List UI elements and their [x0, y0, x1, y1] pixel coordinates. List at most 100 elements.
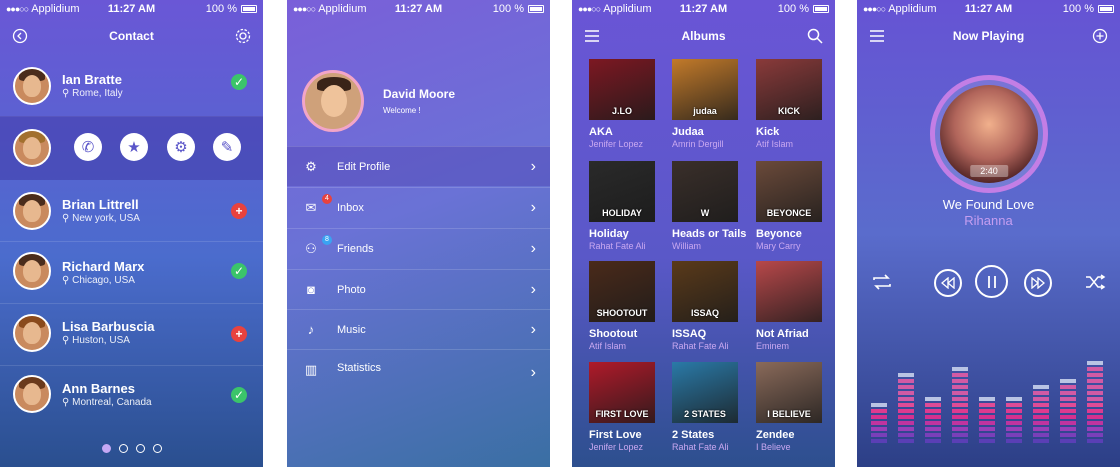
gear-icon[interactable]: ⚙: [167, 133, 195, 161]
album-cover[interactable]: [756, 261, 822, 322]
equalizer-segment: [952, 373, 968, 377]
equalizer-segment: [1033, 415, 1049, 419]
menu-item-inbox[interactable]: ✉ 4 Inbox ›: [287, 187, 550, 227]
equalizer-segment: [1060, 421, 1076, 425]
cover-text: KICK: [778, 106, 800, 116]
phone-icon[interactable]: ✆: [74, 133, 102, 161]
album-artist: Eminem: [756, 341, 790, 351]
online-badge[interactable]: ✓: [231, 74, 247, 90]
equalizer-segment: [925, 415, 941, 419]
album-cover[interactable]: J.LO: [589, 59, 655, 120]
album-card[interactable]: judaa Judaa Amrin Dergill: [672, 59, 738, 149]
clock: 11:27 AM: [964, 3, 1013, 15]
menu-label: Friends: [337, 242, 374, 255]
album-title: 2 States: [672, 429, 715, 441]
menu-label: Music: [337, 323, 366, 336]
equalizer-segment: [898, 385, 914, 389]
profile-name: David Moore: [383, 87, 456, 101]
equalizer-segment: [898, 427, 914, 431]
online-badge[interactable]: ✓: [231, 263, 247, 279]
shuffle-icon[interactable]: [1084, 273, 1106, 291]
avatar: [13, 192, 51, 230]
album-cover[interactable]: W: [672, 161, 738, 222]
album-card[interactable]: SHOOTOUT Shootout Atif Islam: [589, 261, 655, 351]
album-card[interactable]: W Heads or Tails William: [672, 161, 746, 251]
battery-icon: [813, 5, 829, 13]
equalizer-segment: [979, 403, 995, 407]
cover-text: HOLIDAY: [602, 208, 642, 218]
equalizer-segment: [952, 379, 968, 383]
equalizer-segment: [898, 439, 914, 443]
user-icon: ⚇: [305, 240, 317, 256]
page-dot[interactable]: [135, 444, 145, 453]
album-artist: Rahat Fate Ali: [672, 341, 729, 351]
star-icon[interactable]: ★: [120, 133, 148, 161]
equalizer-segment: [952, 409, 968, 413]
fast-forward-button[interactable]: [1024, 269, 1052, 297]
menu-item-photo[interactable]: ◙ Photo ›: [287, 269, 550, 309]
cover-text: I BELIEVE: [767, 409, 811, 419]
album-cover[interactable]: HOLIDAY: [589, 161, 655, 222]
page-title: Albums: [681, 29, 726, 43]
add-icon[interactable]: [1092, 28, 1108, 44]
rewind-button[interactable]: [934, 269, 962, 297]
contact-row[interactable]: Richard Marx ⚲ Chicago, USA ✓: [0, 242, 263, 304]
equalizer-segment: [871, 439, 887, 443]
album-cover[interactable]: SHOOTOUT: [589, 261, 655, 322]
contact-row[interactable]: Ian Bratte ⚲ Rome, Italy ✓: [0, 55, 263, 117]
add-contact-badge[interactable]: +: [231, 203, 247, 219]
album-cover[interactable]: ISSAQ: [672, 261, 738, 322]
equalizer-segment: [871, 421, 887, 425]
album-cover[interactable]: FIRST LOVE: [589, 362, 655, 423]
album-card[interactable]: I BELIEVE Zendee I Believe: [756, 362, 822, 452]
album-card[interactable]: BEYONCE Beyonce Mary Carry: [756, 161, 822, 251]
album-card[interactable]: 2 STATES 2 States Rahat Fate Ali: [672, 362, 738, 452]
equalizer-segment: [952, 421, 968, 425]
equalizer-segment: [1060, 433, 1076, 437]
equalizer-segment: [979, 433, 995, 437]
equalizer-segment: [979, 409, 995, 413]
cover-text: W: [700, 208, 710, 218]
album-card[interactable]: ISSAQ ISSAQ Rahat Fate Ali: [672, 261, 738, 351]
online-badge[interactable]: ✓: [231, 387, 247, 403]
menu-item-statistics[interactable]: ▥ Statistics ›: [287, 349, 550, 399]
pause-button[interactable]: [975, 265, 1008, 298]
menu-item-music[interactable]: ♪ Music ›: [287, 309, 550, 349]
avatar: [13, 252, 51, 290]
profile-avatar[interactable]: [302, 70, 364, 132]
add-contact-badge[interactable]: +: [231, 326, 247, 342]
gear-icon[interactable]: [235, 28, 251, 44]
page-dot[interactable]: [101, 444, 111, 453]
album-card[interactable]: HOLIDAY Holiday Rahat Fate Ali: [589, 161, 655, 251]
album-card[interactable]: FIRST LOVE First Love Jenifer Lopez: [589, 362, 655, 452]
equalizer-segment: [1060, 427, 1076, 431]
track-time: 2:40: [970, 165, 1008, 177]
album-card[interactable]: KICK Kick Atif Islam: [756, 59, 822, 149]
edit-icon[interactable]: ✎: [213, 133, 241, 161]
contact-row[interactable]: Lisa Barbuscia ⚲ Huston, USA +: [0, 304, 263, 366]
back-icon[interactable]: [12, 28, 28, 44]
equalizer-bar: [979, 395, 995, 443]
menu-icon[interactable]: [869, 28, 885, 44]
menu-item-edit-profile[interactable]: ⚙ Edit Profile ›: [287, 146, 550, 186]
equalizer-segment: [979, 439, 995, 443]
repeat-icon[interactable]: [871, 272, 893, 292]
page-dot[interactable]: [152, 444, 162, 453]
menu-item-friends[interactable]: ⚇ 8 Friends ›: [287, 228, 550, 268]
contact-row[interactable]: Brian Littrell ⚲ New york, USA +: [0, 180, 263, 242]
album-cover[interactable]: judaa: [672, 59, 738, 120]
contact-row[interactable]: Ann Barnes ⚲ Montreal, Canada ✓: [0, 366, 263, 428]
album-cover[interactable]: BEYONCE: [756, 161, 822, 222]
search-icon[interactable]: [807, 28, 823, 44]
menu-icon[interactable]: [584, 28, 600, 44]
equalizer-segment: [1087, 367, 1103, 371]
equalizer-bar: [898, 371, 914, 443]
equalizer-segment: [1087, 397, 1103, 401]
album-card[interactable]: Not Afriad Eminem: [756, 261, 822, 351]
album-card[interactable]: J.LO AKA Jenifer Lopez: [589, 59, 655, 149]
album-cover[interactable]: I BELIEVE: [756, 362, 822, 423]
equalizer-segment: [898, 421, 914, 425]
album-cover[interactable]: KICK: [756, 59, 822, 120]
album-cover[interactable]: 2 STATES: [672, 362, 738, 423]
page-dot[interactable]: [118, 444, 128, 453]
